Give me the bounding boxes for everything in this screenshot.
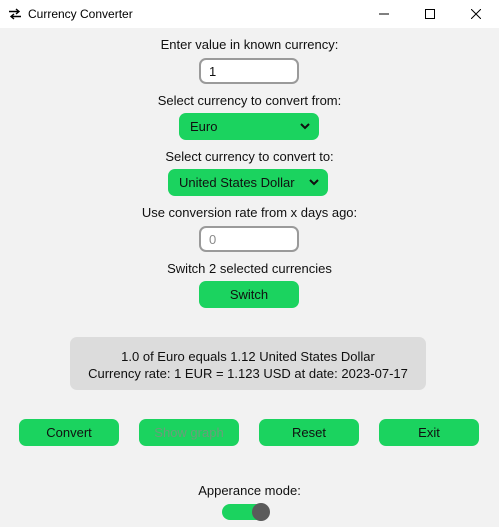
reset-button[interactable]: Reset bbox=[259, 419, 359, 446]
window-title: Currency Converter bbox=[28, 7, 133, 21]
minimize-button[interactable] bbox=[361, 0, 407, 28]
switch-button[interactable]: Switch bbox=[199, 281, 299, 308]
to-currency-dropdown[interactable]: United States Dollar bbox=[168, 169, 328, 196]
value-input[interactable] bbox=[199, 58, 299, 84]
close-button[interactable] bbox=[453, 0, 499, 28]
convert-button[interactable]: Convert bbox=[19, 419, 119, 446]
appearance-mode-label: Apperance mode: bbox=[198, 483, 301, 498]
days-ago-label: Use conversion rate from x days ago: bbox=[141, 205, 358, 220]
result-text: 1.0 of Euro equals 1.12 United States Do… bbox=[121, 349, 375, 364]
maximize-button[interactable] bbox=[407, 0, 453, 28]
close-icon bbox=[471, 9, 481, 19]
to-currency-value: United States Dollar bbox=[179, 175, 295, 190]
exit-button[interactable]: Exit bbox=[379, 419, 479, 446]
from-currency-dropdown[interactable]: Euro bbox=[179, 113, 319, 140]
exchange-arrows-icon bbox=[9, 8, 21, 20]
from-currency-label: Select currency to convert from: bbox=[157, 93, 342, 108]
from-currency-value: Euro bbox=[190, 119, 218, 134]
result-panel: 1.0 of Euro equals 1.12 United States Do… bbox=[70, 337, 426, 390]
show-graph-button[interactable]: Show graph bbox=[139, 419, 239, 446]
chevron-down-icon bbox=[300, 123, 310, 130]
title-bar: Currency Converter bbox=[0, 0, 499, 28]
rate-text: Currency rate: 1 EUR = 1.123 USD at date… bbox=[88, 366, 408, 381]
switch-currencies-label: Switch 2 selected currencies bbox=[167, 261, 332, 276]
minimize-icon bbox=[379, 13, 389, 15]
days-ago-input[interactable] bbox=[199, 226, 299, 252]
value-label: Enter value in known currency: bbox=[160, 37, 339, 52]
maximize-icon bbox=[425, 9, 435, 19]
to-currency-label: Select currency to convert to: bbox=[165, 149, 334, 164]
chevron-down-icon bbox=[309, 179, 319, 186]
appearance-switch-knob[interactable] bbox=[252, 503, 270, 521]
